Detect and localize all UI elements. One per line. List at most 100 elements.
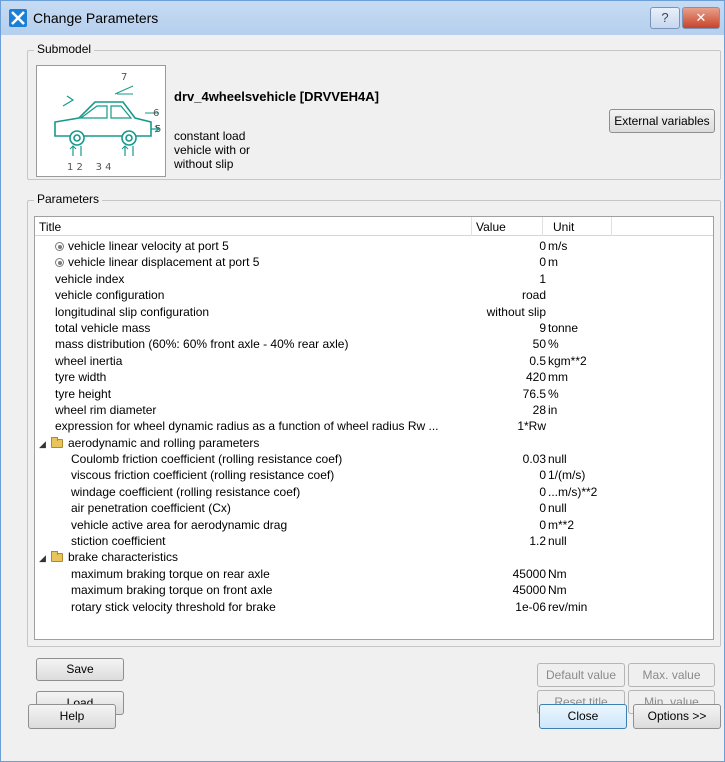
submodel-name: drv_4wheelsvehicle [DRVVEH4A] (174, 89, 379, 104)
port-6-label: 6 (153, 108, 159, 119)
parameter-title: stiction coefficient (71, 533, 166, 549)
category-row[interactable]: ◢ aerodynamic and rolling parameters (35, 435, 713, 452)
parameter-value[interactable]: 420 (526, 369, 546, 385)
parameter-title-text: mass distribution (60%: 60% front axle -… (55, 337, 349, 352)
submodel-group: Submodel 7 6 5 1 2 3 4 drv_4wheelsvehicl… (27, 42, 721, 180)
parameter-value[interactable]: 1*Rw (517, 418, 546, 434)
table-row[interactable]: vehicle active area for aerodynamic drag… (35, 517, 713, 533)
parameter-title: tyre width (55, 369, 106, 385)
table-row[interactable]: tyre height 76.5% (35, 386, 713, 402)
parameter-value[interactable]: 0.03 (523, 451, 546, 467)
table-row[interactable]: rotary stick velocity threshold for brak… (35, 599, 713, 615)
expand-arrow-icon[interactable]: ◢ (39, 436, 51, 452)
table-row[interactable]: vehicle linear displacement at port 5 0m (35, 254, 713, 270)
parameter-title-text: rotary stick velocity threshold for brak… (71, 599, 276, 614)
column-header-unit[interactable]: Unit (553, 220, 574, 234)
parameter-value[interactable]: 1.2 (529, 533, 546, 549)
table-row[interactable]: expression for wheel dynamic radius as a… (35, 418, 713, 434)
parameter-title-text: windage coefficient (rolling resistance … (71, 484, 301, 499)
table-row[interactable]: Coulomb friction coefficient (rolling re… (35, 451, 713, 467)
submodel-description-line: vehicle with or (174, 143, 251, 157)
table-body: vehicle linear velocity at port 5 0 m/s veh… (35, 238, 713, 615)
parameter-value[interactable]: 9 (539, 320, 546, 336)
parameter-title: windage coefficient (rolling resistance … (71, 484, 300, 500)
parameter-value[interactable]: 50 (533, 336, 546, 352)
parameter-title: rotary stick velocity threshold for brak… (71, 599, 276, 615)
parameter-title-text: tyre width (55, 370, 107, 385)
state-variable-icon (55, 242, 64, 251)
table-row[interactable]: vehicle configuration road (35, 287, 713, 303)
parameter-title-text: stiction coefficient (71, 534, 166, 549)
table-row[interactable]: vehicle index 1 (35, 271, 713, 287)
table-row[interactable]: total vehicle mass 9 tonne (35, 320, 713, 336)
table-row[interactable]: wheel rim diameter 28 in (35, 402, 713, 418)
parameter-value[interactable]: 0 (539, 484, 546, 500)
parameter-value[interactable]: 1 (539, 271, 546, 287)
parameter-title: viscous friction coefficient (rolling re… (71, 467, 334, 483)
category-row[interactable]: ◢ brake characteristics (35, 549, 713, 566)
parameter-value[interactable]: 45000 (513, 582, 546, 598)
parameter-value[interactable]: 1e-06 (515, 599, 546, 615)
table-row[interactable]: viscous friction coefficient (rolling re… (35, 467, 713, 483)
parameter-value[interactable]: 28 (533, 402, 546, 418)
table-row[interactable]: air penetration coefficient (Cx) 0 null (35, 500, 713, 516)
table-row[interactable]: longitudinal slip configuration without s… (35, 304, 713, 320)
parameter-value[interactable]: 0 (539, 500, 546, 516)
parameter-unit: m/s (548, 239, 568, 253)
max-value-button[interactable]: Max. value (628, 663, 715, 687)
parameter-value[interactable]: 45000 (513, 566, 546, 582)
close-window-button[interactable]: ✕ (682, 7, 720, 29)
table-row[interactable]: tyre width 420 mm (35, 369, 713, 385)
save-button[interactable]: Save (36, 658, 124, 681)
parameter-value[interactable]: 0 (539, 517, 546, 533)
column-divider (611, 217, 612, 236)
parameter-value[interactable]: 0 (539, 467, 546, 483)
close-button[interactable]: Close (539, 704, 627, 729)
table-row[interactable]: vehicle linear velocity at port 5 0 m/s (35, 238, 713, 254)
parameter-title: vehicle linear displacement at port 5 (55, 254, 259, 270)
submodel-description-line: without slip (174, 157, 234, 171)
column-header-value[interactable]: Value (476, 220, 506, 234)
parameter-title: wheel rim diameter (55, 402, 156, 418)
parameter-value[interactable]: 76.5 (523, 386, 546, 402)
table-row[interactable]: maximum braking torque on front axle 4500… (35, 582, 713, 598)
help-button[interactable]: Help (28, 704, 116, 729)
column-header-title[interactable]: Title (39, 220, 61, 234)
parameter-title: vehicle configuration (55, 287, 164, 303)
table-row[interactable]: wheel inertia 0.5 kgm**2 (35, 353, 713, 369)
app-logo-icon (9, 9, 27, 27)
parameter-title: vehicle active area for aerodynamic drag (71, 517, 287, 533)
parameter-title: maximum braking torque on rear axle (71, 566, 270, 582)
parameter-title: vehicle index (55, 271, 124, 287)
parameters-table[interactable]: Title Value Unit vehicle linear velocity… (34, 216, 714, 640)
external-variables-button[interactable]: External variables (609, 109, 715, 133)
parameter-title-text: tyre height (55, 386, 112, 401)
default-value-button[interactable]: Default value (537, 663, 625, 687)
options-button[interactable]: Options >> (633, 704, 721, 729)
parameter-unit: tonne (548, 320, 579, 335)
parameter-unit: ...m/s)**2 (548, 484, 598, 499)
parameter-unit: null (548, 534, 567, 549)
parameter-title: ◢ brake characteristics (39, 549, 178, 566)
parameter-value[interactable]: road (522, 287, 546, 303)
parameter-value[interactable]: 0 (539, 254, 546, 270)
help-title-button[interactable]: ? (650, 7, 680, 29)
parameter-title: expression for wheel dynamic radius as a… (55, 418, 439, 434)
parameter-value[interactable]: 0.5 (529, 353, 546, 369)
table-row[interactable]: stiction coefficient 1.2 null (35, 533, 713, 549)
parameter-value[interactable]: without slip (487, 304, 546, 320)
port-5-label: 5 (155, 124, 161, 135)
parameter-value[interactable]: 0 (539, 238, 546, 254)
table-row[interactable]: maximum braking torque on rear axle 45000… (35, 566, 713, 582)
parameter-unit: in (548, 402, 558, 417)
parameter-title: air penetration coefficient (Cx) (71, 500, 231, 516)
submodel-group-label: Submodel (34, 42, 95, 56)
parameter-unit: null (548, 452, 567, 467)
folder-icon (51, 436, 63, 448)
table-row[interactable]: mass distribution (60%: 60% front axle -… (35, 336, 713, 352)
table-row[interactable]: windage coefficient (rolling resistance … (35, 484, 713, 500)
parameter-title-text: maximum braking torque on rear axle (71, 566, 270, 581)
parameter-title: wheel inertia (55, 353, 122, 369)
parameter-title-text: vehicle active area for aerodynamic drag (71, 517, 288, 532)
expand-arrow-icon[interactable]: ◢ (39, 550, 51, 566)
